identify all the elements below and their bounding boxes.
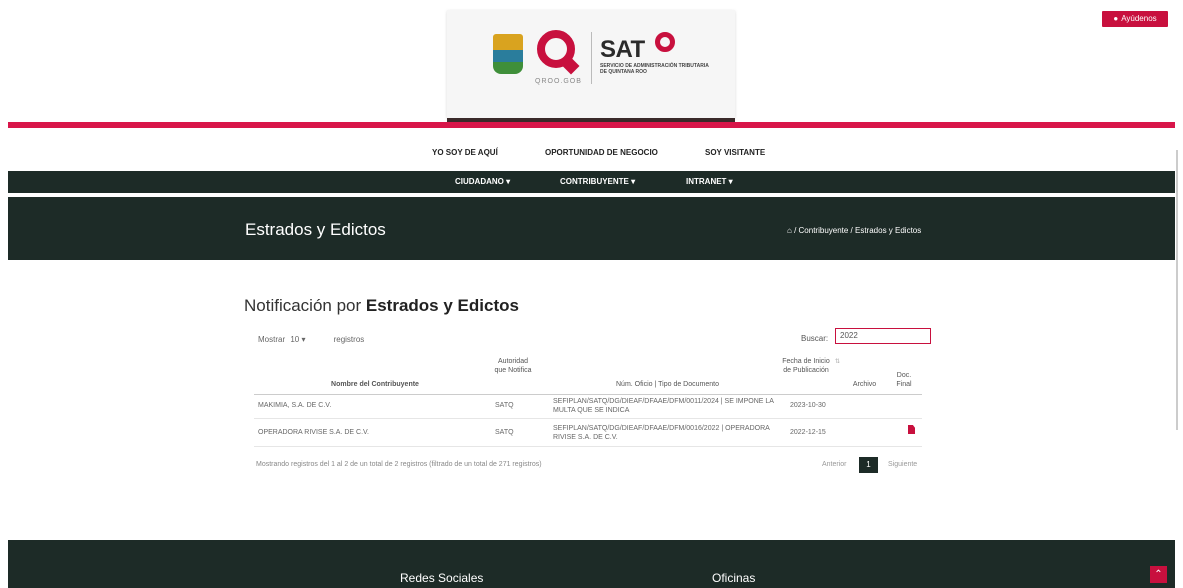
page-banner	[8, 197, 1175, 260]
nav-ciudadano[interactable]: CIUDADANO ▾	[455, 177, 510, 186]
table-info: Mostrando registros del 1 al 2 de un tot…	[256, 461, 542, 468]
nav-intranet[interactable]: INTRANET ▾	[686, 177, 733, 186]
logo-divider	[591, 32, 592, 84]
home-icon[interactable]: ⌂	[787, 226, 792, 235]
pagination-current-page[interactable]: 1	[859, 457, 878, 473]
col-header-fecha[interactable]: Fecha de Inicio de Publicación	[782, 357, 830, 375]
heading-bold: Estrados y Edictos	[365, 296, 519, 315]
col-header-nombre[interactable]: Nombre del Contribuyente	[300, 380, 450, 389]
col-header-oficio[interactable]: Núm. Oficio | Tipo de Documento	[600, 380, 735, 389]
scroll-top-button[interactable]: ⌃	[1150, 566, 1167, 583]
nav-contribuyente[interactable]: CONTRIBUYENTE ▾	[560, 177, 635, 186]
mostrar-suffix: registros	[333, 335, 365, 344]
row1-fecha: 2023-10-30	[790, 402, 826, 409]
pagination-next[interactable]: Siguiente	[888, 461, 917, 468]
row1-nombre: MAKIMIA, S.A. DE C.V.	[258, 402, 332, 409]
footer-oficinas: Oficinas	[712, 571, 756, 585]
subnav-soy-visitante[interactable]: SOY VISITANTE	[705, 148, 765, 157]
row2-fecha: 2022-12-15	[790, 429, 826, 436]
page-edge-scrollbar[interactable]	[1176, 150, 1178, 430]
subnav-yo-soy-de-aqui[interactable]: YO SOY DE AQUÍ	[432, 148, 498, 157]
satq-logo-q	[655, 32, 675, 52]
footer-redes-sociales: Redes Sociales	[400, 571, 484, 585]
table-row-divider	[254, 446, 922, 447]
footer	[8, 540, 1175, 588]
page-title: Estrados y Edictos	[245, 220, 386, 239]
ayuda-button[interactable]: ● Ayúdenos	[1102, 11, 1168, 27]
ayuda-label: Ayúdenos	[1121, 14, 1157, 23]
subnav-oportunidad-de-negocio[interactable]: OPORTUNIDAD DE NEGOCIO	[545, 148, 658, 157]
section-heading: Notificación por Estrados y Edictos	[244, 296, 519, 316]
header-accent-line	[8, 122, 1175, 128]
mostrar-label: Mostrar	[258, 335, 286, 344]
breadcrumb: ⌂ / Contribuyente / Estrados y Edictos	[787, 226, 921, 235]
chat-icon: ●	[1113, 14, 1119, 23]
row2-oficio: SEFIPLAN/SATQ/DG/DIEAF/DFAAE/DFM/0016/20…	[553, 425, 770, 441]
table-row-divider	[254, 418, 922, 419]
page-length-select[interactable]: 10 ▾	[290, 335, 328, 344]
breadcrumb-path[interactable]: / Contribuyente / Estrados y Edictos	[794, 226, 921, 235]
state-shield-logo[interactable]	[493, 34, 523, 74]
col-header-doc-final[interactable]: Doc. Final	[893, 371, 915, 389]
pdf-icon[interactable]	[908, 425, 915, 434]
satq-logo-subtitle: SERVICIO DE ADMINISTRACIÓN TRIBUTARIA DE…	[600, 63, 709, 75]
col-header-archivo[interactable]: Archivo	[847, 380, 882, 389]
page-length-control: Mostrar 10 ▾ registros	[258, 335, 364, 344]
search-label: Buscar:	[801, 334, 829, 343]
sort-icon[interactable]: ⇅	[835, 358, 840, 365]
row2-nombre: OPERADORA RIVISE S.A. DE C.V.	[258, 429, 369, 436]
pagination-previous[interactable]: Anterior	[822, 461, 847, 468]
qroo-logo-subtext: QROO.GOB	[535, 78, 582, 85]
table-header-divider	[254, 394, 922, 395]
heading-prefix: Notificación por	[244, 296, 366, 315]
row2-autoridad: SATQ	[495, 429, 514, 436]
row1-autoridad: SATQ	[495, 402, 514, 409]
satq-logo-text[interactable]: SAT	[600, 36, 645, 64]
col-header-autoridad[interactable]: Autoridad que Notifica	[492, 357, 534, 375]
search-input[interactable]: 2022	[835, 328, 931, 344]
row1-oficio: SEFIPLAN/SATQ/DG/DIEAF/DFAAE/DFM/0011/20…	[553, 398, 774, 414]
